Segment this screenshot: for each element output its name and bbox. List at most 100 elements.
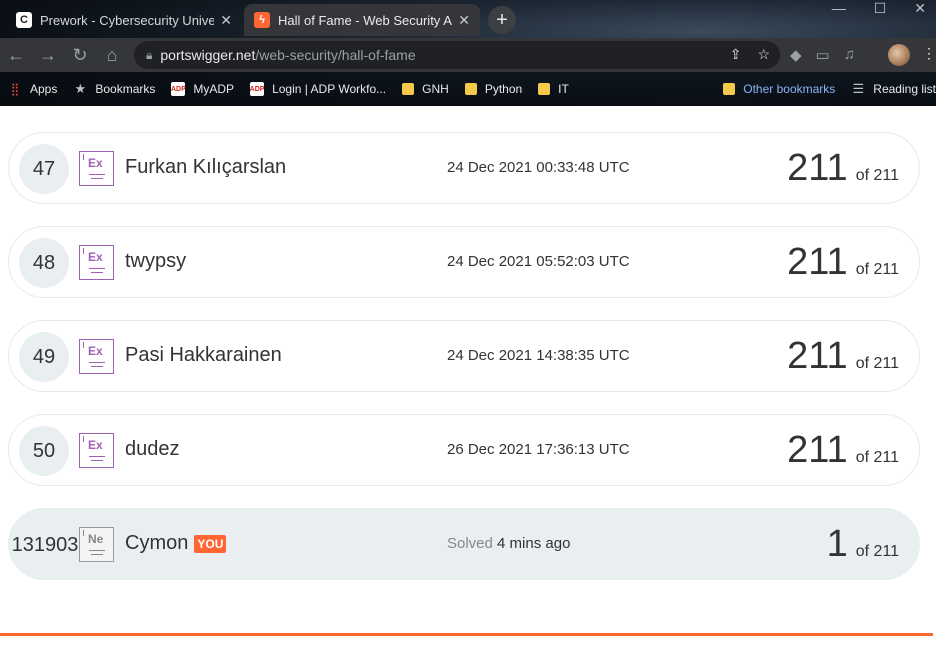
expert-badge-icon: Ex xyxy=(79,151,114,186)
solved-prefix: Solved xyxy=(447,535,493,552)
bookmark-python[interactable]: Python xyxy=(464,82,523,96)
tab-title: Prework - Cybersecurity Universit xyxy=(40,12,215,28)
score: 211 of 211 xyxy=(787,335,899,378)
reading-list[interactable]: ☰ Reading list xyxy=(851,81,936,96)
leaderboard-row-current-user: 131903 Ne Cymon YOU Solved 4 mins ago 1o… xyxy=(8,508,920,580)
bookmark-star-icon[interactable]: ☆ xyxy=(757,46,770,63)
leaderboard-row: 48 Ex twypsy 24 Dec 2021 05:52:03 UTC 21… xyxy=(8,226,920,298)
leaderboard-row: 49 Ex Pasi Hakkarainen 24 Dec 2021 14:38… xyxy=(8,320,920,392)
score: 211 of 211 xyxy=(787,429,899,472)
other-bookmarks[interactable]: Other bookmarks xyxy=(723,82,835,96)
close-icon[interactable]: ✕ xyxy=(458,12,470,29)
maximize-icon[interactable]: ☐ xyxy=(874,0,887,17)
apps-grid-icon: ⣿ xyxy=(10,82,20,96)
score-total: of 211 xyxy=(855,543,899,560)
tab-hall-of-fame[interactable]: ϟ Hall of Fame - Web Security Acad ✕ xyxy=(244,4,480,36)
browser-chrome: C Prework - Cybersecurity Universit ✕ ϟ … xyxy=(0,0,936,106)
solved-timestamp: Solved 4 mins ago xyxy=(447,535,570,552)
section-divider xyxy=(0,633,933,636)
lock-icon[interactable]: 🔒︎ xyxy=(146,48,152,63)
score-total: of 211 xyxy=(855,449,899,466)
rank-number: 48 xyxy=(19,238,69,288)
folder-icon xyxy=(538,83,551,95)
forward-icon[interactable]: → xyxy=(36,43,60,67)
rank-number: 131903 xyxy=(11,533,79,556)
bookmark-myadp[interactable]: ADP MyADP xyxy=(171,82,234,96)
rank-number: 49 xyxy=(19,332,69,382)
star-icon: ★ xyxy=(74,81,87,96)
new-tab-button[interactable]: + xyxy=(488,6,516,34)
url-path: /web-security/hall-of-fame xyxy=(255,47,416,63)
url-host: portswigger.net xyxy=(160,47,256,63)
score-value: 211 xyxy=(787,335,848,377)
folder-icon xyxy=(464,83,477,95)
extension-icon[interactable]: ◆ xyxy=(790,46,802,64)
score: 1 of 211 xyxy=(827,523,899,566)
address-bar[interactable]: 🔒︎ portswigger.net /web-security/hall-of… xyxy=(134,41,780,69)
score-value: 211 xyxy=(787,429,848,471)
score: 211 of 211 xyxy=(787,147,899,190)
window-controls: — ☐ ✕ xyxy=(832,0,926,17)
solved-timestamp: 24 Dec 2021 05:52:03 UTC xyxy=(447,253,630,270)
bookmark-label: Bookmarks xyxy=(95,82,156,96)
bookmark-label: MyADP xyxy=(193,82,235,96)
rank-number: 50 xyxy=(19,426,69,476)
expert-badge-icon: Ex xyxy=(79,433,114,468)
extensions-area: ◆ ▭ ♫ xyxy=(790,46,855,64)
reading-list-icon: ☰ xyxy=(852,81,865,96)
score-value: 1 xyxy=(826,523,848,565)
folder-icon xyxy=(402,83,415,95)
hall-of-fame-list: 47 Ex Furkan Kılıçarslan 24 Dec 2021 00:… xyxy=(0,106,936,651)
minimize-icon[interactable]: — xyxy=(832,0,846,17)
codepath-icon: C xyxy=(16,12,32,28)
bookmarks-bar: ⣿ Apps ★ Bookmarks ADP MyADP ADP Login |… xyxy=(0,72,936,106)
score-value: 211 xyxy=(787,241,848,283)
bookmark-adp-login[interactable]: ADP Login | ADP Workfo... xyxy=(250,82,386,96)
bookmark-label: GNH xyxy=(422,82,449,96)
novice-badge-icon: Ne xyxy=(79,527,114,562)
close-icon[interactable]: ✕ xyxy=(220,12,232,29)
solved-timestamp: 24 Dec 2021 14:38:35 UTC xyxy=(447,347,630,364)
close-window-icon[interactable]: ✕ xyxy=(914,0,926,17)
adp-icon: ADP xyxy=(171,82,186,96)
home-icon[interactable]: ⌂ xyxy=(100,43,124,67)
user-name[interactable]: dudez xyxy=(125,438,180,461)
score-value: 211 xyxy=(787,147,848,189)
solved-time: 4 mins ago xyxy=(497,535,571,552)
bookmark-it[interactable]: IT xyxy=(538,82,569,96)
media-icon[interactable]: ♫ xyxy=(844,46,855,64)
reload-icon[interactable]: ↻ xyxy=(68,43,92,67)
cast-icon[interactable]: ▭ xyxy=(816,46,830,64)
user-name[interactable]: twypsy xyxy=(125,250,186,273)
user-name[interactable]: Cymon YOU xyxy=(125,532,227,555)
you-badge: YOU xyxy=(194,534,227,553)
reading-list-label: Reading list xyxy=(873,82,936,96)
bookmark-gnh[interactable]: GNH xyxy=(402,82,449,96)
back-icon[interactable]: ← xyxy=(4,43,28,67)
tab-prework[interactable]: C Prework - Cybersecurity Universit ✕ xyxy=(6,4,242,36)
bookmark-bookmarks[interactable]: ★ Bookmarks xyxy=(73,81,156,96)
score-total: of 211 xyxy=(855,355,899,372)
user-name[interactable]: Pasi Hakkarainen xyxy=(125,344,282,367)
leaderboard-row: 50 Ex dudez 26 Dec 2021 17:36:13 UTC 211… xyxy=(8,414,920,486)
bookmark-label: IT xyxy=(558,82,569,96)
profile-avatar[interactable] xyxy=(888,44,910,66)
bookmark-label: Login | ADP Workfo... xyxy=(272,82,387,96)
rank-number: 47 xyxy=(19,144,69,194)
bookmark-label: Python xyxy=(484,82,523,96)
other-bookmarks-label: Other bookmarks xyxy=(743,82,836,96)
score-total: of 211 xyxy=(855,167,899,184)
kebab-menu-icon[interactable]: ⋮ xyxy=(922,45,936,62)
bookmark-apps[interactable]: ⣿ Apps xyxy=(8,82,58,96)
bookmark-label: Apps xyxy=(30,82,58,96)
expert-badge-icon: Ex xyxy=(79,339,114,374)
user-name[interactable]: Furkan Kılıçarslan xyxy=(125,156,286,179)
adp-icon: ADP xyxy=(250,82,264,96)
tab-title: Hall of Fame - Web Security Acad xyxy=(278,12,452,28)
expert-badge-icon: Ex xyxy=(79,245,114,280)
tab-strip: C Prework - Cybersecurity Universit ✕ ϟ … xyxy=(0,0,936,38)
solved-timestamp: 24 Dec 2021 00:33:48 UTC xyxy=(447,159,630,176)
score-total: of 211 xyxy=(855,261,899,278)
folder-icon xyxy=(723,83,736,95)
share-icon[interactable]: ⇪ xyxy=(730,46,742,63)
